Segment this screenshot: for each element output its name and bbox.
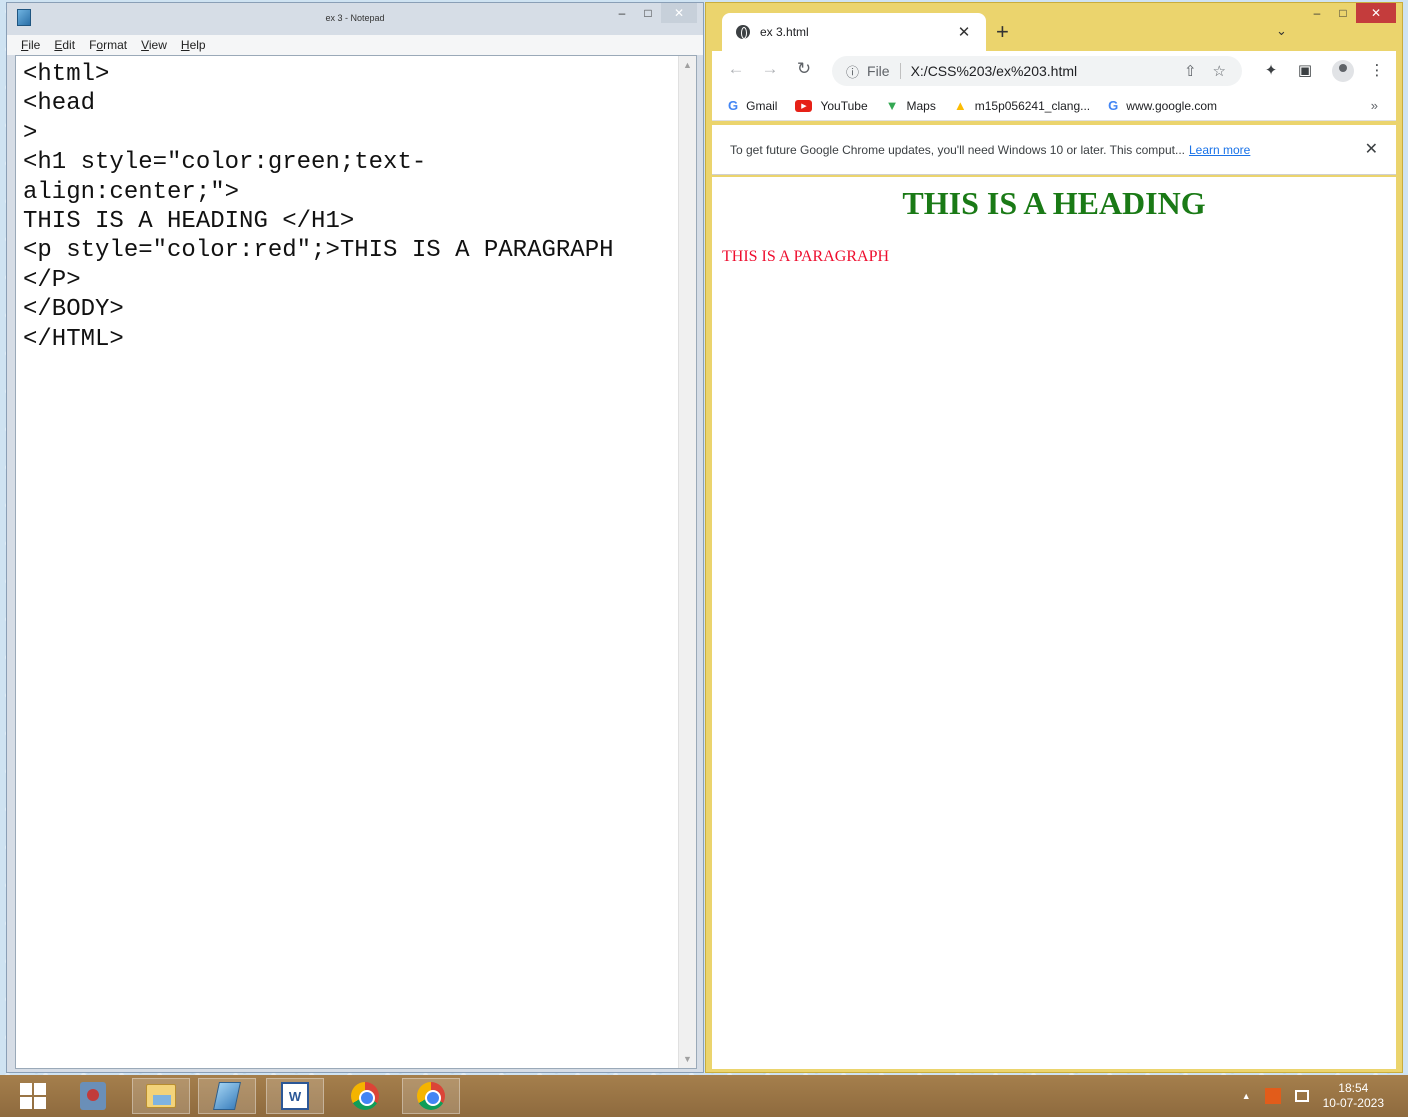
word-icon: W xyxy=(281,1082,309,1110)
page-paragraph: THIS IS A PARAGRAPH xyxy=(722,248,890,265)
google-g-icon: G xyxy=(728,98,739,113)
start-button[interactable] xyxy=(4,1078,62,1114)
bookmark-google[interactable]: G www.google.com xyxy=(1108,98,1217,113)
bookmark-label: m15p056241_clang... xyxy=(974,98,1091,113)
notepad-title-bar[interactable]: ex 3 - Notepad – □ ✕ xyxy=(7,3,703,33)
address-separator xyxy=(899,63,901,79)
system-tray: ▲ 18:54 10-07-2023 xyxy=(1242,1075,1408,1117)
extensions-puzzle-icon[interactable]: ✦ xyxy=(1260,61,1282,79)
menu-view[interactable]: View xyxy=(141,38,167,52)
address-scheme-label: File xyxy=(867,63,890,79)
chrome-window: ex 3.html ✕ + ⌄ – □ ✕ ← → ↻ ⓘ File X:/CS… xyxy=(705,2,1403,1073)
menu-format[interactable]: Format xyxy=(89,38,127,52)
page-content: THIS IS A HEADING THIS IS A PARAGRAPH xyxy=(712,177,1396,1069)
site-info-icon[interactable]: ⓘ xyxy=(846,62,859,81)
chrome-taskbar-button[interactable] xyxy=(336,1078,394,1114)
notepad-taskbar-button[interactable] xyxy=(198,1078,256,1114)
menu-file[interactable]: File xyxy=(21,38,40,52)
clock-date: 10-07-2023 xyxy=(1322,1096,1384,1110)
bookmark-drive[interactable]: ▲ m15p056241_clang... xyxy=(954,98,1090,113)
notepad-vertical-scrollbar[interactable]: ▲ ▼ xyxy=(678,56,696,1068)
file-explorer-icon xyxy=(146,1084,176,1108)
tab-search-chevron-icon[interactable]: ⌄ xyxy=(1276,23,1287,39)
tray-app-icon[interactable] xyxy=(1264,1088,1281,1104)
notepad-text[interactable]: <html> <head > <h1 style="color:green;te… xyxy=(23,60,673,354)
tab-title: ex 3.html xyxy=(760,25,809,39)
network-icon[interactable] xyxy=(1294,1090,1309,1102)
taskbar: W ▲ 18:54 10-07-2023 xyxy=(0,1075,1408,1117)
clock-time: 18:54 xyxy=(1338,1081,1369,1095)
update-infobar: To get future Google Chrome updates, you… xyxy=(712,125,1396,175)
menu-help[interactable]: Help xyxy=(181,38,206,52)
bookmark-label: Maps xyxy=(906,98,936,113)
infobar-close-icon[interactable]: ✕ xyxy=(1365,139,1378,159)
address-url[interactable]: X:/CSS%203/ex%203.html xyxy=(911,63,1184,79)
notepad-minimize-button[interactable]: – xyxy=(609,3,635,23)
game-taskbar-button[interactable] xyxy=(64,1078,122,1114)
back-arrow-icon[interactable]: ← xyxy=(724,59,748,79)
bookmark-label: Gmail xyxy=(746,98,778,113)
reload-icon[interactable]: ↻ xyxy=(792,59,816,79)
youtube-icon: ▶ xyxy=(795,99,813,112)
word-taskbar-button[interactable]: W xyxy=(266,1078,324,1114)
forward-arrow-icon[interactable]: → xyxy=(758,59,782,79)
address-bar[interactable]: ⓘ File X:/CSS%203/ex%203.html ⇧ ☆ xyxy=(832,56,1242,86)
game-icon xyxy=(80,1082,106,1110)
infobar-message: To get future Google Chrome updates, you… xyxy=(730,142,1185,157)
browser-toolbar: ← → ↻ ⓘ File X:/CSS%203/ex%203.html ⇧ ☆ … xyxy=(712,51,1396,91)
scroll-up-arrow-icon[interactable]: ▲ xyxy=(679,56,696,74)
learn-more-link[interactable]: Learn more xyxy=(1189,143,1250,157)
chrome-icon xyxy=(351,1082,379,1110)
profile-avatar-icon[interactable] xyxy=(1332,60,1354,82)
scroll-down-arrow-icon[interactable]: ▼ xyxy=(679,1050,696,1068)
chrome-minimize-button[interactable]: – xyxy=(1304,3,1330,23)
notepad-close-button[interactable]: ✕ xyxy=(661,3,697,23)
windows-logo-icon xyxy=(20,1083,46,1109)
bookmarks-overflow-icon[interactable]: » xyxy=(1371,98,1378,113)
notepad-menu-bar: File Edit Format View Help xyxy=(7,35,703,55)
chrome-active-taskbar-button[interactable] xyxy=(402,1078,460,1114)
notepad-text-area[interactable]: <html> <head > <h1 style="color:green;te… xyxy=(15,55,697,1069)
chrome-icon xyxy=(417,1082,445,1110)
bookmark-star-icon[interactable]: ☆ xyxy=(1213,62,1226,80)
taskbar-clock[interactable]: 18:54 10-07-2023 xyxy=(1323,1081,1384,1111)
file-explorer-taskbar-button[interactable] xyxy=(132,1078,190,1114)
bookmarks-bar: G Gmail ▶ YouTube ▼ Maps ▲ m15p056241_cl… xyxy=(712,91,1396,121)
notepad-window: ex 3 - Notepad – □ ✕ File Edit Format Vi… xyxy=(6,2,704,1073)
chrome-close-button[interactable]: ✕ xyxy=(1356,3,1396,23)
notepad-window-title: ex 3 - Notepad xyxy=(325,13,385,23)
more-menu-icon[interactable]: ⋮ xyxy=(1366,61,1388,79)
bookmark-label: YouTube xyxy=(820,98,868,113)
google-drive-icon: ▲ xyxy=(953,98,967,113)
share-icon[interactable]: ⇧ xyxy=(1184,62,1197,80)
notepad-icon xyxy=(213,1082,241,1110)
bookmark-maps[interactable]: ▼ Maps xyxy=(886,98,936,113)
chrome-maximize-button[interactable]: □ xyxy=(1330,3,1356,23)
notepad-maximize-button[interactable]: □ xyxy=(635,3,661,23)
google-g-icon: G xyxy=(1108,98,1119,113)
new-tab-button[interactable]: + xyxy=(996,19,1009,45)
globe-icon xyxy=(736,25,750,39)
show-hidden-icons-icon[interactable]: ▲ xyxy=(1242,1091,1251,1101)
menu-edit[interactable]: Edit xyxy=(54,38,75,52)
bookmark-gmail[interactable]: G Gmail xyxy=(728,98,777,113)
bookmark-youtube[interactable]: ▶ YouTube xyxy=(795,98,868,113)
page-heading: THIS IS A HEADING xyxy=(902,185,1206,221)
tab-close-icon[interactable]: ✕ xyxy=(954,23,974,41)
bookmark-label: www.google.com xyxy=(1126,98,1217,113)
maps-pin-icon: ▼ xyxy=(885,98,899,113)
browser-tab[interactable]: ex 3.html ✕ xyxy=(722,13,986,51)
side-panel-icon[interactable]: ▣ xyxy=(1294,61,1316,79)
